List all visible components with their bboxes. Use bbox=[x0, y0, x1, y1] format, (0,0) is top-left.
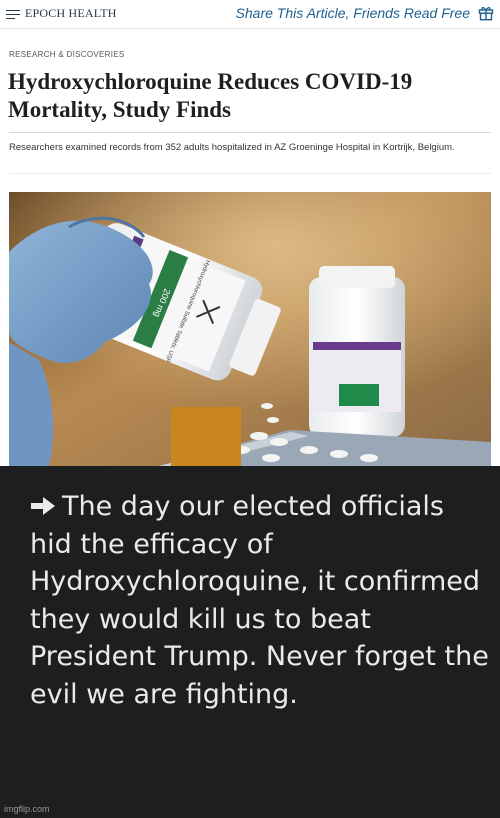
header-divider bbox=[0, 28, 500, 29]
headline-divider bbox=[9, 132, 491, 133]
article-panel: EPOCH HEALTH Share This Article, Friends… bbox=[0, 0, 500, 466]
pill-bottle-photo: 200 mg Hydroxychloroquine Sulfate Tablet… bbox=[9, 192, 491, 466]
share-link[interactable]: Share This Article, Friends Read Free bbox=[236, 5, 494, 21]
brand-name[interactable]: EPOCH HEALTH bbox=[25, 6, 117, 21]
quote-panel: The day our elected officials hid the ef… bbox=[0, 466, 500, 818]
arrow-right-icon bbox=[31, 497, 55, 515]
article-headline: Hydroxychloroquine Reduces COVID-19 Mort… bbox=[8, 69, 413, 122]
gift-icon[interactable] bbox=[478, 5, 494, 21]
quote-text: The day our elected officials hid the ef… bbox=[30, 491, 489, 710]
article-photo: 200 mg Hydroxychloroquine Sulfate Tablet… bbox=[9, 192, 491, 466]
share-text[interactable]: Share This Article, Friends Read Free bbox=[236, 5, 470, 21]
watermark: imgflip.com bbox=[4, 804, 50, 814]
summary-divider bbox=[9, 173, 491, 174]
top-bar: EPOCH HEALTH Share This Article, Friends… bbox=[0, 0, 500, 28]
menu-icon[interactable] bbox=[6, 8, 20, 20]
article-summary: Researchers examined records from 352 ad… bbox=[9, 142, 455, 153]
quote-block: The day our elected officials hid the ef… bbox=[30, 488, 492, 713]
site-brand[interactable]: EPOCH HEALTH bbox=[6, 6, 117, 21]
article-category[interactable]: RESEARCH & DISCOVERIES bbox=[9, 50, 125, 59]
